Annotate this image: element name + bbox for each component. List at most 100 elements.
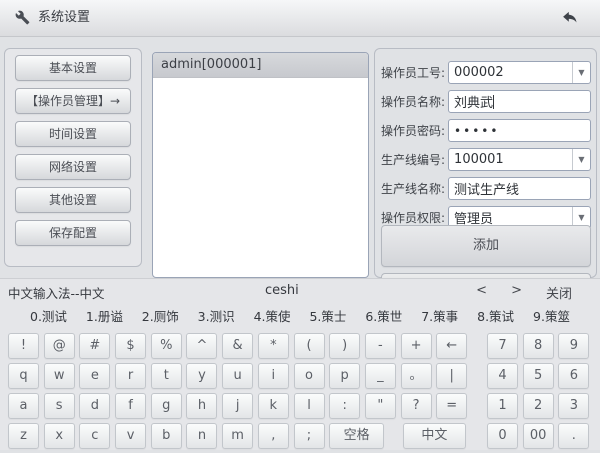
numpad-key[interactable]: 6 — [558, 363, 589, 389]
key[interactable]: w — [44, 363, 75, 389]
key[interactable]: ; — [294, 423, 325, 449]
key[interactable]: v — [115, 423, 146, 449]
sidebar-item-operator-manage[interactable]: 【操作员管理】→ — [15, 88, 131, 114]
key[interactable]: d — [79, 393, 110, 419]
key[interactable]: u — [222, 363, 253, 389]
backspace-key[interactable]: ← — [436, 333, 467, 359]
ime-candidate[interactable]: 7.策事 — [421, 306, 458, 325]
key[interactable]: b — [151, 423, 182, 449]
key[interactable]: e — [79, 363, 110, 389]
ime-prev-page-button[interactable]: < — [476, 283, 487, 302]
key[interactable]: = — [436, 393, 467, 419]
operator-password-input[interactable]: ••••• — [448, 119, 591, 142]
key[interactable]: o — [294, 363, 325, 389]
key[interactable]: ? — [401, 393, 432, 419]
key[interactable]: % — [151, 333, 182, 359]
operator-id-label: 操作员工号: — [381, 64, 445, 81]
ime-next-page-button[interactable]: > — [511, 283, 522, 302]
numpad-key[interactable]: 9 — [558, 333, 589, 359]
ime-candidate[interactable]: 0.测试 — [30, 306, 67, 325]
numpad-key[interactable]: 4 — [487, 363, 518, 389]
operator-list-item-selected[interactable]: admin[000001] — [153, 53, 368, 78]
key[interactable]: n — [186, 423, 217, 449]
numpad-key[interactable]: 8 — [523, 333, 554, 359]
space-key[interactable]: 空格 — [329, 423, 384, 449]
key[interactable]: ^ — [186, 333, 217, 359]
numpad-key[interactable]: 3 — [558, 393, 589, 419]
keyboard-row-2: q w e r t y u i o p _ 。 | — [8, 363, 467, 389]
key[interactable]: x — [44, 423, 75, 449]
operator-name-input[interactable]: 刘典武 — [448, 90, 591, 113]
title-bar: 系统设置 — [0, 0, 600, 37]
ime-status-bar: 中文输入法--中文 ceshi < > 关闭 — [0, 279, 600, 303]
key[interactable]: , — [258, 423, 289, 449]
key[interactable]: f — [115, 393, 146, 419]
key[interactable]: | — [436, 363, 467, 389]
key[interactable]: @ — [44, 333, 75, 359]
chevron-down-icon[interactable]: ▼ — [572, 62, 590, 83]
key[interactable]: ) — [329, 333, 360, 359]
sidebar-item-save-config[interactable]: 保存配置 — [15, 220, 131, 246]
ime-close-button[interactable]: 关闭 — [546, 283, 572, 302]
key[interactable]: i — [258, 363, 289, 389]
operator-list: admin[000001] — [152, 52, 369, 278]
operator-name-label: 操作员名称: — [381, 93, 445, 110]
key[interactable]: h — [186, 393, 217, 419]
key[interactable]: p — [329, 363, 360, 389]
back-return-icon[interactable] — [561, 9, 578, 26]
key[interactable]: k — [258, 393, 289, 419]
ime-candidate[interactable]: 8.策试 — [477, 306, 514, 325]
key[interactable]: l — [294, 393, 325, 419]
settings-sidebar: 基本设置 【操作员管理】→ 时间设置 网络设置 其他设置 保存配置 — [4, 48, 142, 267]
numpad-key[interactable]: 7 — [487, 333, 518, 359]
keyboard-row-4: z x c v b n m , ; 空格 中文 — [8, 423, 467, 449]
key[interactable]: t — [151, 363, 182, 389]
key[interactable]: z — [8, 423, 39, 449]
sidebar-item-basic-settings[interactable]: 基本设置 — [15, 55, 131, 81]
key[interactable]: : — [329, 393, 360, 419]
key[interactable]: ! — [8, 333, 39, 359]
key[interactable]: q — [8, 363, 39, 389]
key[interactable]: + — [401, 333, 432, 359]
numpad-key[interactable]: . — [558, 423, 589, 449]
sidebar-item-network-settings[interactable]: 网络设置 — [15, 154, 131, 180]
ime-composition-text: ceshi — [265, 283, 299, 298]
key[interactable]: a — [8, 393, 39, 419]
key[interactable]: - — [365, 333, 396, 359]
key[interactable]: ( — [294, 333, 325, 359]
ime-candidate[interactable]: 3.测识 — [198, 306, 235, 325]
ime-candidate[interactable]: 5.策士 — [309, 306, 346, 325]
key[interactable]: " — [365, 393, 396, 419]
line-number-combobox[interactable]: 100001 ▼ — [448, 148, 591, 171]
key[interactable]: r — [115, 363, 146, 389]
sidebar-item-other-settings[interactable]: 其他设置 — [15, 187, 131, 213]
key[interactable]: & — [222, 333, 253, 359]
numpad-key[interactable]: 5 — [523, 363, 554, 389]
key[interactable]: $ — [115, 333, 146, 359]
ime-candidate[interactable]: 9.策筮 — [533, 306, 570, 325]
numpad-key[interactable]: 1 — [487, 393, 518, 419]
key[interactable]: m — [222, 423, 253, 449]
key[interactable]: j — [222, 393, 253, 419]
ime-candidate[interactable]: 2.厕饰 — [142, 306, 179, 325]
key[interactable]: y — [186, 363, 217, 389]
chinese-mode-key[interactable]: 中文 — [403, 423, 466, 449]
ime-candidate[interactable]: 4.策使 — [254, 306, 291, 325]
numpad-key[interactable]: 2 — [523, 393, 554, 419]
add-operator-button[interactable]: 添加 — [381, 225, 591, 267]
key[interactable]: c — [79, 423, 110, 449]
key[interactable]: # — [79, 333, 110, 359]
ime-candidate[interactable]: 6.策世 — [365, 306, 402, 325]
ime-candidate[interactable]: 1.册谥 — [86, 306, 123, 325]
key[interactable]: s — [44, 393, 75, 419]
key[interactable]: _ — [365, 363, 396, 389]
chevron-down-icon[interactable]: ▼ — [572, 149, 590, 170]
numpad-key[interactable]: 0 — [487, 423, 518, 449]
key[interactable]: * — [258, 333, 289, 359]
line-name-input[interactable]: 测试生产线 — [448, 177, 591, 200]
sidebar-item-time-settings[interactable]: 时间设置 — [15, 121, 131, 147]
operator-id-combobox[interactable]: 000002 ▼ — [448, 61, 591, 84]
key[interactable]: g — [151, 393, 182, 419]
numpad-key[interactable]: 00 — [523, 423, 554, 449]
key[interactable]: 。 — [401, 363, 432, 389]
